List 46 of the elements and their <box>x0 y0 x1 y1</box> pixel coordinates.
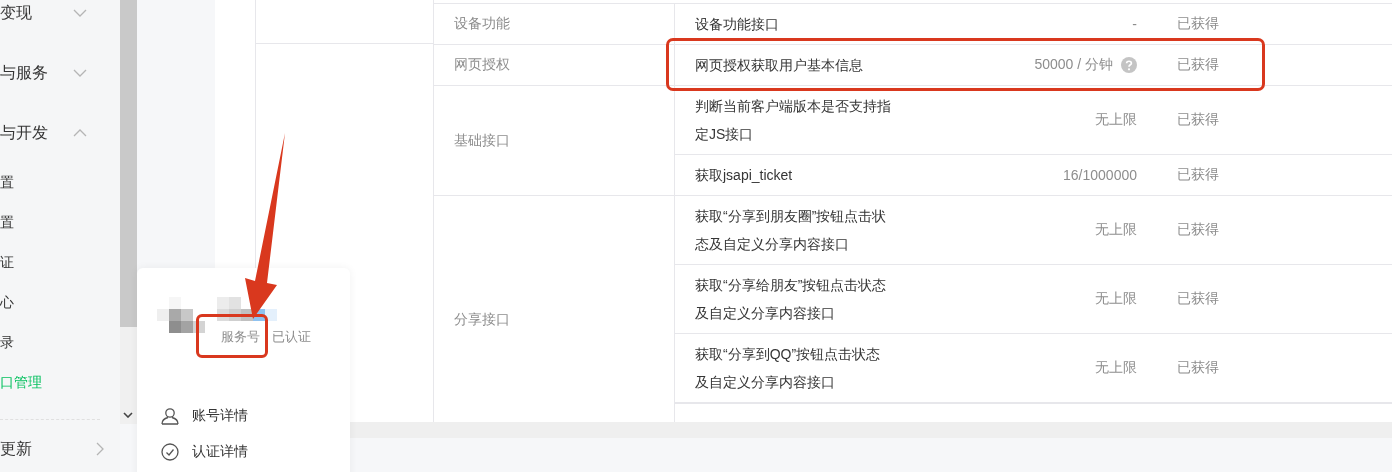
status-cell-text: 已获得 <box>1176 166 1219 184</box>
menu-item[interactable]: 认证详情 <box>161 443 248 461</box>
api-name-cell-text: 获取“分享到QQ”按钮点击状态及自定义分享内容接口 <box>694 345 882 392</box>
nav-item[interactable]: 心 <box>0 283 14 323</box>
limit-cell: 50000 / 分钟 <box>1034 56 1113 74</box>
category-cell: 基础接口 <box>434 86 675 195</box>
chevron-up-icon <box>73 129 87 137</box>
verification-label: 已认证 <box>272 328 311 346</box>
check-circle-icon <box>161 443 179 461</box>
nav-group[interactable]: 变现 <box>0 0 120 43</box>
status-cell-text: 已获得 <box>1176 111 1219 129</box>
nav-item[interactable]: 录 <box>0 323 14 363</box>
status-cell-text: 已获得 <box>1176 56 1219 74</box>
api-name-cell-text: 获取jsapi_ticket <box>694 166 794 185</box>
api-name-cell-text: 获取“分享到朋友圈”按钮点击状态及自定义分享内容接口 <box>694 207 888 254</box>
limit-cell: 无上限 <box>1095 221 1137 239</box>
api-name-cell-text: 设备功能接口 <box>694 15 780 34</box>
status-cell-text: 已获得 <box>1176 290 1219 308</box>
nav-group[interactable]: 与服务 <box>0 43 120 103</box>
nav-group[interactable]: 与开发 <box>0 103 120 163</box>
nav-group[interactable]: 更新 <box>0 420 120 472</box>
account-type-label: 服务号 <box>221 329 260 344</box>
limit-cell: 无上限 <box>1095 111 1137 129</box>
scroll-down-icon[interactable] <box>123 412 133 418</box>
status-cell-text: 已获得 <box>1176 359 1219 377</box>
help-icon[interactable] <box>1121 57 1137 73</box>
limit-cell: 16/1000000 <box>1063 167 1137 183</box>
nav-item[interactable]: 置 <box>0 203 14 243</box>
nav-item[interactable]: 置 <box>0 163 14 203</box>
api-name-cell-text: 获取“分享给朋友”按钮点击状态及自定义分享内容接口 <box>694 276 888 323</box>
api-name-cell-text: 判断当前客户端版本是否支持指定JS接口 <box>694 97 892 144</box>
chevron-down-icon <box>73 69 87 77</box>
category-cell: 网页授权 <box>434 45 675 85</box>
category-cell: 设备功能 <box>434 4 675 44</box>
api-name-cell-text: 网页授权获取用户基本信息 <box>694 56 864 75</box>
chevron-right-icon <box>96 442 104 456</box>
chevron-down-icon <box>73 9 87 17</box>
nav-item[interactable]: 证 <box>0 243 14 283</box>
limit-cell: - <box>1132 16 1137 32</box>
limit-cell: 无上限 <box>1095 290 1137 308</box>
limit-cell: 无上限 <box>1095 359 1137 377</box>
status-cell-text: 已获得 <box>1176 15 1219 33</box>
scrollbar-thumb[interactable] <box>120 0 137 327</box>
person-icon <box>161 407 179 425</box>
status-cell-text: 已获得 <box>1176 221 1219 239</box>
menu-item[interactable]: 账号详情 <box>161 407 248 425</box>
